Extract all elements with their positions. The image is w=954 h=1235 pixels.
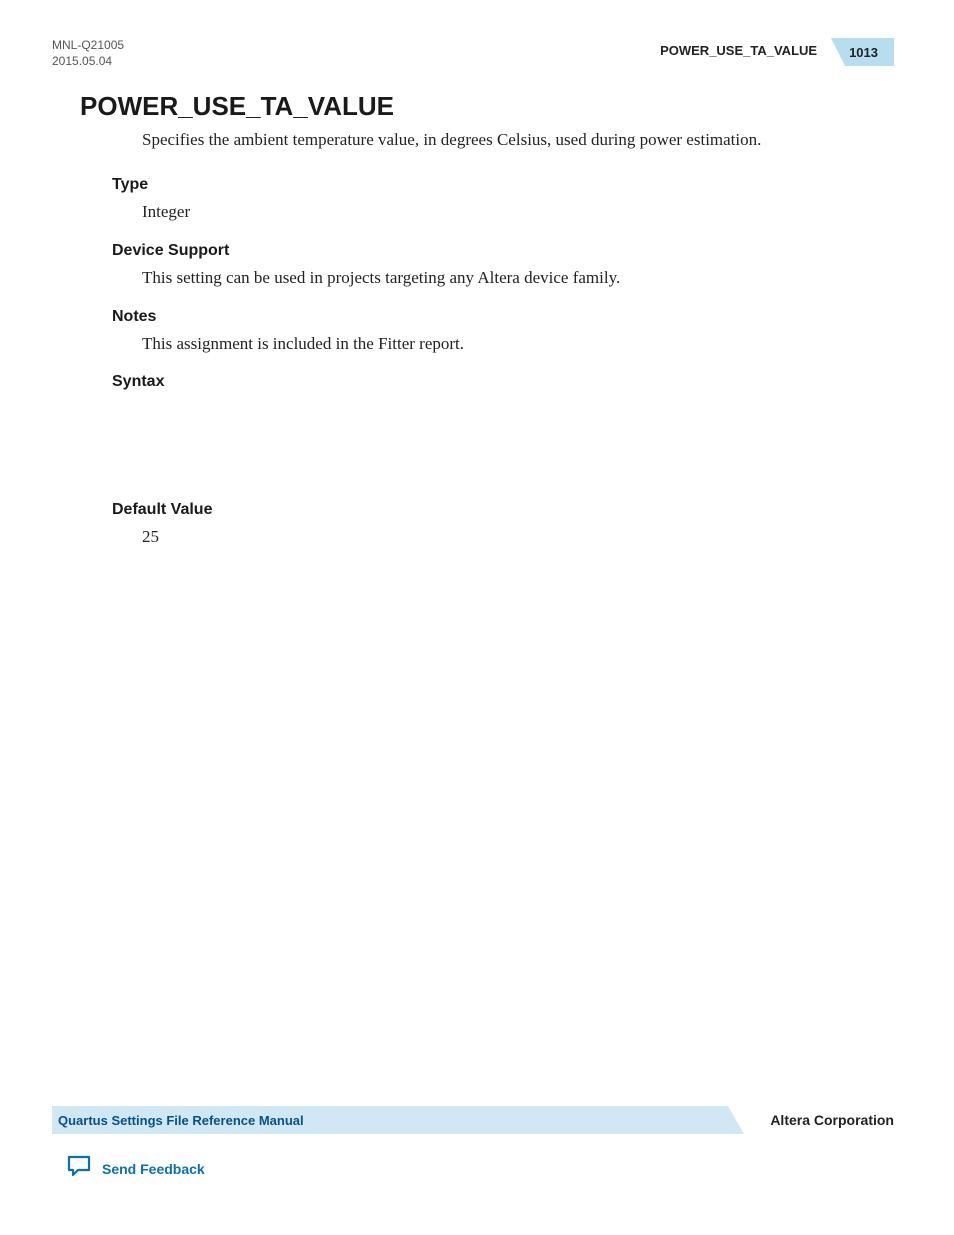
default-value-value: 25	[142, 525, 874, 549]
header-right: POWER_USE_TA_VALUE 1013	[660, 38, 894, 66]
device-support-value: This setting can be used in projects tar…	[142, 266, 874, 290]
footer-manual-title-box: Quartus Settings File Reference Manual	[52, 1106, 728, 1134]
footer-slant	[728, 1106, 744, 1134]
doc-date: 2015.05.04	[52, 54, 124, 70]
default-value-heading: Default Value	[112, 501, 874, 519]
feedback-icon	[66, 1154, 92, 1183]
send-feedback-row[interactable]: Send Feedback	[66, 1154, 205, 1183]
content-block: Specifies the ambient temperature value,…	[112, 128, 874, 549]
device-support-heading: Device Support	[112, 242, 874, 260]
description-text: Specifies the ambient temperature value,…	[142, 128, 874, 152]
type-value: Integer	[142, 200, 874, 224]
type-heading: Type	[112, 176, 874, 194]
page-header: MNL-Q21005 2015.05.04 POWER_USE_TA_VALUE…	[52, 38, 894, 69]
header-topic: POWER_USE_TA_VALUE	[660, 38, 831, 66]
syntax-heading: Syntax	[112, 373, 874, 391]
doc-id: MNL-Q21005	[52, 38, 124, 54]
doc-meta: MNL-Q21005 2015.05.04	[52, 38, 124, 69]
syntax-placeholder	[112, 397, 874, 483]
footer-company: Altera Corporation	[744, 1112, 894, 1128]
send-feedback-link[interactable]: Send Feedback	[102, 1161, 205, 1177]
footer-manual-title[interactable]: Quartus Settings File Reference Manual	[58, 1113, 304, 1128]
page-number: 1013	[845, 38, 894, 66]
notes-heading: Notes	[112, 308, 874, 326]
page-title: POWER_USE_TA_VALUE	[80, 91, 894, 122]
document-page: MNL-Q21005 2015.05.04 POWER_USE_TA_VALUE…	[0, 0, 954, 1235]
page-number-box: 1013	[831, 38, 894, 66]
footer-bar: Quartus Settings File Reference Manual A…	[52, 1103, 894, 1137]
notes-value: This assignment is included in the Fitte…	[142, 332, 874, 356]
page-number-slant	[831, 38, 845, 66]
